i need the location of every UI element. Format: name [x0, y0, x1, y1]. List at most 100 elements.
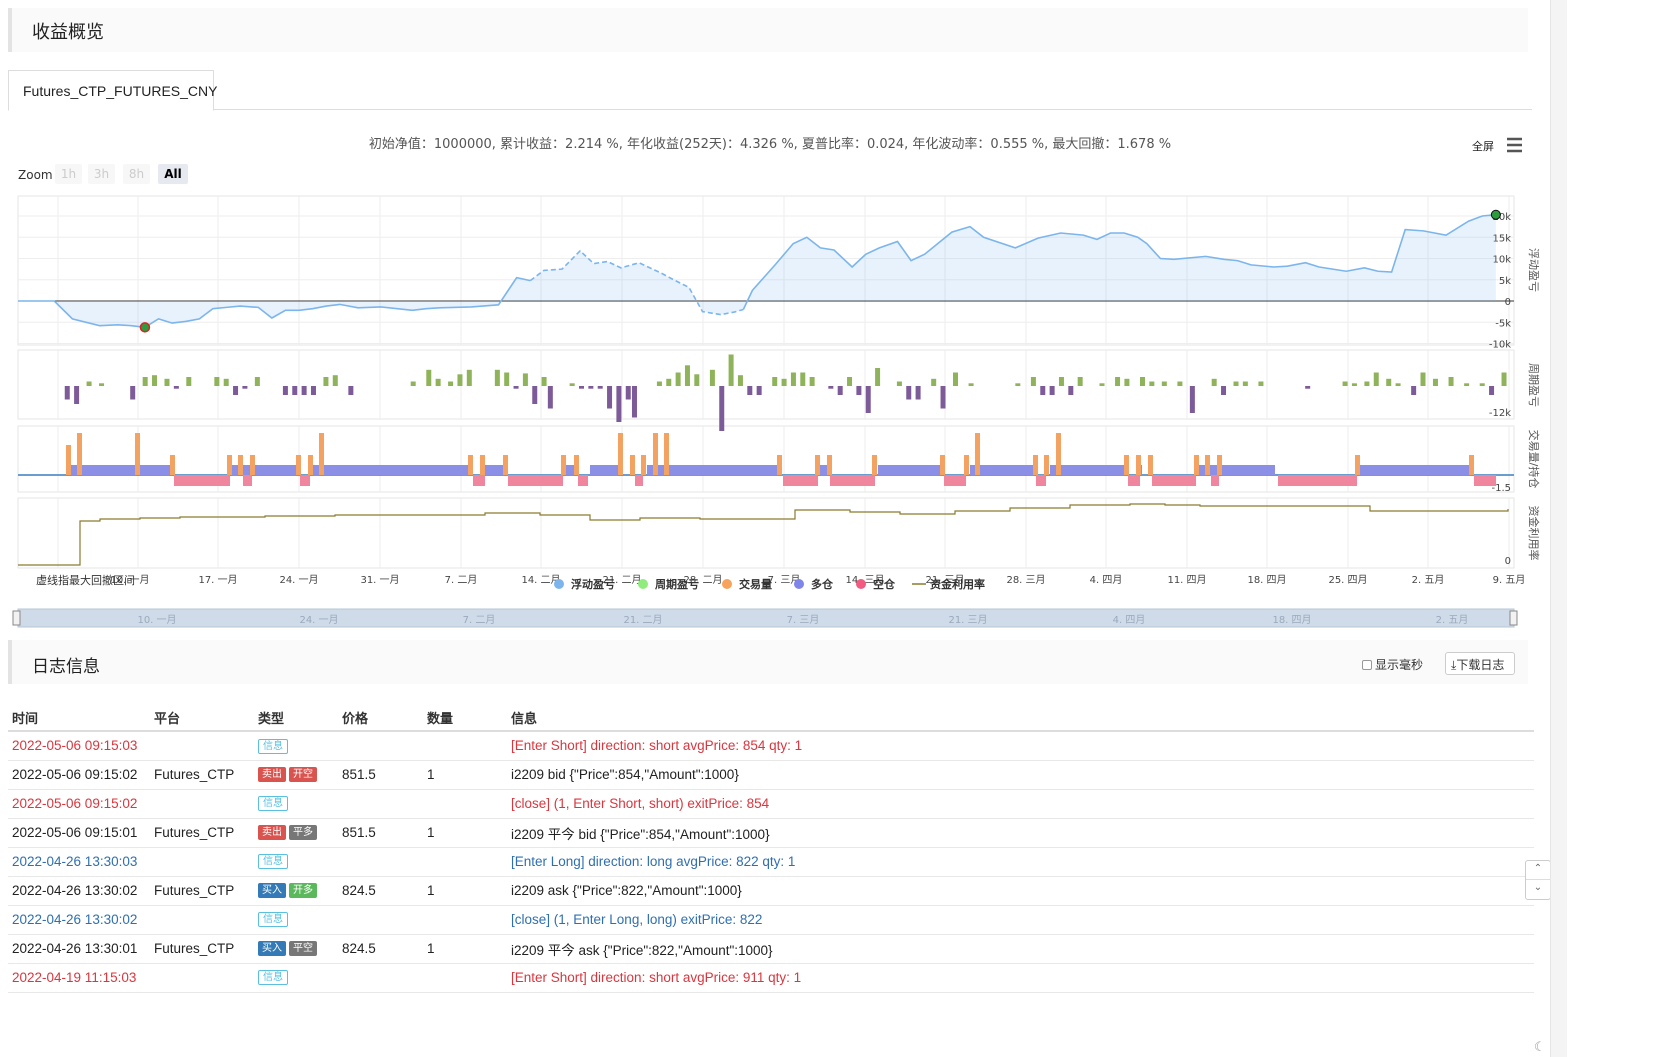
log-price [338, 963, 423, 993]
period-pnl-bar [1351, 383, 1357, 386]
log-price [338, 905, 423, 935]
navigator-tick: 2. 五月 [1436, 614, 1469, 626]
period-pnl-bar [1124, 378, 1130, 386]
period-pnl-bar [656, 381, 662, 386]
period-pnl-bar [1242, 381, 1248, 386]
type-badge: 信息 [258, 912, 288, 928]
log-time: 2022-04-19 11:15:03 [8, 963, 150, 993]
show-ms-checkbox[interactable] [1362, 659, 1372, 670]
legend-item-多仓[interactable]: 多仓 [811, 577, 834, 591]
volume-bar [815, 455, 820, 475]
legend-marker[interactable] [722, 579, 732, 589]
show-ms-toggle[interactable]: 显示毫秒 [1362, 656, 1423, 673]
x-axis-tick: 18. 四月 [1247, 574, 1286, 586]
period-pnl-bar [214, 377, 220, 386]
legend-item-浮动盈亏[interactable]: 浮动盈亏 [571, 577, 615, 591]
volume-bar [135, 433, 140, 475]
download-log-button[interactable]: ⤓下载日志 [1445, 652, 1515, 675]
short-position-bar [1211, 475, 1219, 486]
volume-bar [1056, 433, 1061, 475]
log-info: [close] (1, Enter Short, short) exitPric… [507, 789, 1534, 819]
volume-bar [1469, 455, 1474, 475]
min-point-marker [139, 322, 151, 333]
volume-bar [561, 455, 566, 475]
legend-item-空仓[interactable]: 空仓 [873, 577, 896, 591]
overview-header: 收益概览 [8, 8, 1528, 52]
period-pnl-bar [435, 378, 441, 386]
log-type: 信息 [254, 905, 338, 935]
period-pnl-bar [86, 381, 92, 386]
period-pnl-bar [504, 372, 510, 386]
zoom-8h-label: 8h [129, 167, 144, 181]
period-pnl-bar [1058, 377, 1064, 386]
type-badge: 卖出 [258, 767, 286, 783]
legend-marker[interactable] [794, 579, 804, 589]
volume-bar [1044, 455, 1049, 475]
type-badge: 开空 [289, 767, 317, 783]
log-amount [423, 905, 507, 935]
volume-bar [1205, 455, 1210, 475]
legend-marker[interactable] [638, 579, 648, 589]
period-pnl-bar [875, 368, 881, 386]
log-amount [423, 963, 507, 993]
period-pnl-bar [1177, 381, 1183, 386]
panel1-ytick: 5k [1499, 276, 1511, 287]
x-axis-tick: 2. 五月 [1412, 574, 1445, 586]
legend-marker[interactable] [554, 579, 564, 589]
theme-moon-icon[interactable]: ☾ [1534, 1040, 1546, 1055]
log-amount [423, 789, 507, 819]
navigator-tick: 7. 二月 [463, 614, 496, 626]
volume-bar [296, 455, 301, 475]
period-pnl-bar [142, 377, 148, 386]
log-platform [150, 847, 254, 877]
period-pnl-bar [675, 372, 681, 386]
menu-icon[interactable] [1507, 137, 1522, 153]
period-pnl-bar [282, 386, 288, 395]
scroll-down-icon[interactable]: ⌄ [1526, 880, 1550, 893]
period-pnl-bar [1479, 383, 1485, 386]
type-badge: 信息 [258, 738, 288, 754]
log-time: 2022-05-06 09:15:03 [8, 731, 150, 761]
log-type: 买入 平空 [254, 934, 338, 964]
period-pnl-bar [684, 365, 690, 386]
legend-item-资金利用率[interactable]: 资金利用率 [930, 577, 985, 591]
period-pnl-bar [223, 378, 229, 386]
navigator-left-handle[interactable] [12, 610, 21, 626]
legend-marker[interactable] [856, 579, 866, 589]
legend-item-交易量[interactable]: 交易量 [739, 577, 772, 591]
period-pnl-bar [579, 386, 584, 389]
page-scrollbar[interactable] [1550, 0, 1567, 1057]
period-pnl-bar [1030, 377, 1036, 386]
period-pnl-bar [130, 386, 136, 400]
log-info: [Enter Short] direction: short avgPrice:… [507, 963, 1534, 993]
log-row: 2022-05-06 09:15:02 信息 [close] (1, Enter S… [8, 789, 1534, 819]
log-price: 851.5 [338, 818, 423, 848]
log-platform: Futures_CTP [150, 876, 254, 906]
volume-bar [618, 433, 623, 475]
period-pnl-bar [719, 386, 725, 431]
navigator-right-handle[interactable] [1509, 610, 1518, 626]
short-position-bar [1036, 475, 1046, 486]
show-ms-label: 显示毫秒 [1375, 658, 1424, 672]
legend-item-周期盈亏[interactable]: 周期盈亏 [655, 577, 699, 591]
short-position-bar [473, 475, 485, 486]
x-axis-tick: 4. 四月 [1090, 574, 1123, 586]
period-pnl-bar [847, 377, 853, 386]
period-pnl-bar [74, 386, 80, 404]
scroll-up-icon[interactable]: ⌃ [1526, 861, 1550, 880]
log-price [338, 847, 423, 877]
log-platform: Futures_CTP [150, 818, 254, 848]
tab-futures-ctp[interactable]: Futures_CTP_FUTURES_CNY [8, 70, 218, 111]
column-header: 平台 [150, 704, 254, 732]
short-position-bar [508, 475, 563, 486]
log-header [8, 640, 1528, 684]
log-platform [150, 963, 254, 993]
volume-bar [964, 455, 969, 475]
fullscreen-button[interactable]: 全屏 [1472, 139, 1494, 153]
long-position-bar [878, 465, 944, 475]
period-pnl-bar [1115, 377, 1121, 386]
x-axis-tick: 24. 一月 [279, 574, 318, 586]
period-pnl-bar [915, 386, 921, 400]
log-time: 2022-04-26 13:30:02 [8, 905, 150, 935]
period-pnl-bar [666, 378, 672, 386]
